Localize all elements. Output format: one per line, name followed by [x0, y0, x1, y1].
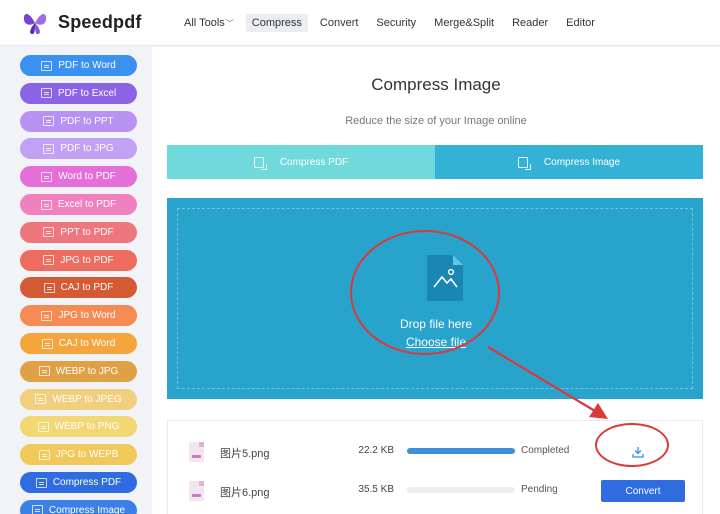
sidebar-item-label: PDF to JPG [60, 143, 114, 155]
file-convert-icon [40, 199, 52, 210]
file-convert-icon [35, 477, 47, 488]
file-list: 图片5.png 22.2 KB Completed 图片6.png 35.5 K… [167, 420, 703, 514]
sidebar-item-caj-to-word[interactable]: CAJ to Word [20, 333, 137, 354]
sidebar-item-label: CAJ to PDF [60, 282, 114, 294]
compress-tabs: Compress PDF Compress Image [167, 145, 703, 179]
sidebar-item-label: JPG to Word [58, 310, 116, 322]
file-convert-icon [31, 505, 43, 514]
sidebar-item-jpg-to-pdf[interactable]: JPG to PDF [20, 249, 137, 271]
nav-security[interactable]: Security [370, 14, 422, 32]
sidebar-item-ppt-to-pdf[interactable]: PPT to PDF [20, 221, 137, 243]
image-file-icon [427, 255, 463, 301]
file-convert-icon [41, 171, 53, 182]
sidebar-item-label: Excel to PDF [57, 199, 117, 210]
file-convert-icon [43, 227, 55, 238]
sidebar-item-label: WEBP to JPEG [52, 393, 122, 405]
progress-bar [407, 448, 515, 454]
file-dropzone[interactable]: Drop file here Choose file [167, 198, 703, 399]
sidebar-item-compress-pdf[interactable]: Compress PDF [20, 472, 137, 493]
image-file-icon [189, 481, 204, 501]
nav-compress[interactable]: Compress [245, 13, 308, 32]
choose-file-link[interactable]: Choose file [178, 335, 694, 349]
tab-compress-image[interactable]: Compress Image [435, 145, 703, 179]
file-status: Pending [521, 484, 558, 495]
nav-editor[interactable]: Editor [560, 14, 601, 32]
file-convert-icon [43, 116, 55, 127]
file-convert-icon [41, 310, 53, 321]
sidebar-item-pdf-to-jpg[interactable]: PDF to JPG [20, 138, 137, 160]
file-size: 35.5 KB [358, 484, 394, 495]
file-convert-icon [41, 60, 53, 71]
brand-name: Speedpdf [58, 12, 142, 32]
tab-compress-pdf-label: Compress PDF [279, 156, 349, 168]
butterfly-logo-icon [23, 13, 47, 34]
file-convert-icon [35, 394, 47, 405]
download-icon[interactable] [631, 445, 645, 459]
file-row: 图片5.png 22.2 KB Completed [168, 433, 704, 471]
image-file-icon [189, 442, 204, 462]
file-convert-icon [43, 143, 55, 154]
file-convert-icon [38, 366, 50, 377]
tab-compress-image-label: Compress Image [543, 156, 621, 168]
file-convert-icon [43, 255, 55, 266]
main-nav: All Tools﹀ Compress Convert Security Mer… [178, 13, 607, 32]
file-convert-icon [43, 282, 55, 293]
sidebar-item-label: JPG to WEPB [55, 449, 119, 461]
sidebar-item-label: Compress PDF [52, 477, 122, 488]
main-panel: Compress Image Reduce the size of your I… [152, 47, 720, 514]
sidebar-item-label: PPT to PDF [60, 226, 114, 238]
file-convert-icon [41, 338, 53, 349]
sidebar-item-label: Word to PDF [58, 171, 116, 183]
sidebar-item-label: JPG to PDF [60, 254, 114, 266]
chevron-down-icon: ﹀ [225, 18, 234, 28]
sidebar-item-excel-to-pdf[interactable]: Excel to PDF [20, 194, 137, 215]
sidebar-item-label: PDF to PPT [60, 115, 114, 127]
sidebar-item-word-to-pdf[interactable]: Word to PDF [20, 166, 137, 188]
file-row: 图片6.png 35.5 KB Pending Convert [168, 472, 704, 510]
nav-merge-split[interactable]: Merge&Split [428, 14, 500, 32]
progress-bar [407, 487, 515, 493]
sidebar-item-label: CAJ to Word [58, 338, 116, 349]
tab-compress-pdf[interactable]: Compress PDF [167, 145, 435, 179]
file-size: 22.2 KB [358, 445, 394, 456]
sidebar-item-compress-image[interactable]: Compress Image [20, 499, 137, 514]
sidebar-item-label: PDF to Word [58, 60, 116, 71]
compress-file-icon [253, 156, 267, 170]
top-header: Speedpdf All Tools﹀ Compress Convert Sec… [0, 0, 720, 46]
sidebar-item-label: PDF to Excel [57, 87, 117, 99]
sidebar-item-label: WEBP to JPG [55, 365, 119, 377]
page-title: Compress Image [371, 75, 501, 94]
sidebar-item-caj-to-pdf[interactable]: CAJ to PDF [20, 277, 137, 299]
tool-sidebar: PDF to Word PDF to Excel PDF to PPT PDF to … [0, 47, 152, 514]
file-status: Completed [521, 445, 570, 456]
page-subtitle: Reduce the size of your Image online [345, 115, 527, 127]
nav-convert[interactable]: Convert [314, 14, 365, 32]
file-name: 图片5.png [220, 448, 270, 460]
sidebar-item-label: Compress Image [48, 504, 126, 514]
convert-button[interactable]: Convert [601, 480, 685, 502]
nav-reader[interactable]: Reader [506, 14, 554, 32]
sidebar-item-webp-to-png[interactable]: WEBP to PNG [20, 416, 137, 438]
sidebar-item-label: WEBP to PNG [54, 421, 120, 433]
logo[interactable]: Speedpdf [20, 8, 170, 38]
file-convert-icon [40, 88, 52, 99]
file-convert-icon [38, 449, 50, 460]
sidebar-item-webp-to-jpg[interactable]: WEBP to JPG [20, 360, 137, 382]
nav-all-tools[interactable]: All Tools﹀ [178, 14, 240, 32]
sidebar-item-webp-to-jpeg[interactable]: WEBP to JPEG [20, 388, 137, 410]
progress-fill [407, 448, 515, 454]
sidebar-item-jpg-to-wepb[interactable]: JPG to WEPB [20, 444, 137, 466]
nav-all-tools-label: All Tools [184, 16, 225, 29]
sidebar-item-pdf-to-ppt[interactable]: PDF to PPT [20, 110, 137, 132]
file-convert-icon [37, 421, 49, 432]
drop-file-text: Drop file here [399, 317, 473, 331]
sidebar-item-pdf-to-excel[interactable]: PDF to Excel [20, 82, 137, 104]
dropzone-border: Drop file here Choose file [177, 208, 693, 389]
sidebar-item-jpg-to-word[interactable]: JPG to Word [20, 305, 137, 327]
sidebar-item-pdf-to-word[interactable]: PDF to Word [20, 55, 137, 76]
compress-image-icon [517, 156, 531, 170]
file-name: 图片6.png [220, 487, 270, 499]
